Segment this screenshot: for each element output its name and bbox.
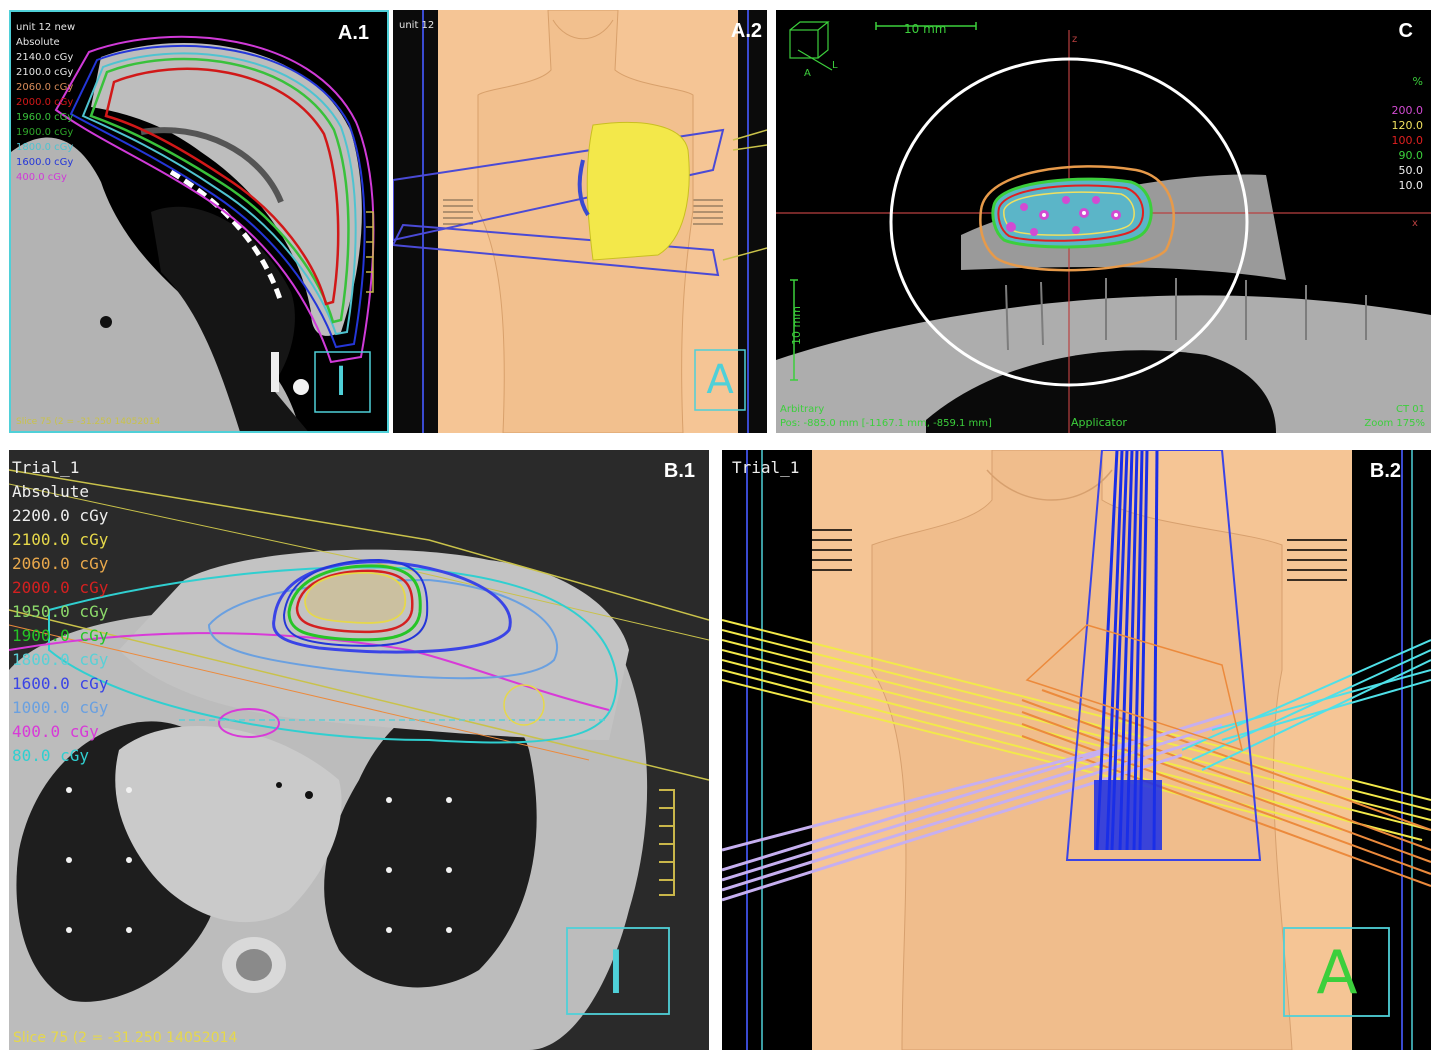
- a1-dose-level: 1960.0 cGy: [16, 112, 74, 123]
- b1-dose-level: 2100.0 cGy: [12, 530, 109, 549]
- panel-label-a1: A.1: [337, 22, 369, 44]
- a1-slice-text: Slice 75 (2 = -31.250 14052014: [16, 417, 161, 427]
- a1-dose-level: 1600.0 cGy: [16, 157, 74, 168]
- panel-label-a2: A.2: [730, 20, 762, 42]
- b1-dose-level: 1950.0 cGy: [12, 602, 109, 621]
- orientation-I-icon: I: [335, 359, 347, 405]
- c-orient-a: A: [804, 68, 811, 79]
- b1-dose-level: 400.0 cGy: [12, 722, 99, 741]
- a1-dose-level: 2100.0 cGy: [16, 67, 74, 78]
- b1-dose-level: 1000.0 cGy: [12, 698, 109, 717]
- panel-label-b2: B.2: [1369, 460, 1401, 482]
- b1-trial: Trial_1: [12, 458, 80, 477]
- b1-dose-legend: Trial_1 Absolute 2200.0 cGy 2100.0 cGy 206…: [12, 456, 108, 768]
- c-scale-vertical: 10 mm: [790, 306, 803, 345]
- c-axis-z: z: [1072, 34, 1078, 45]
- c-percent-level: 90.0: [1398, 149, 1424, 162]
- c-bottom-right-1: CT 01: [1396, 404, 1425, 415]
- c-orient-l: L: [832, 60, 838, 71]
- b1-dose-level: 1900.0 cGy: [12, 626, 109, 645]
- a1-mode: Absolute: [16, 37, 60, 48]
- c-bottom-left-1: Arbitrary: [780, 404, 825, 415]
- c-pct-header: %: [1412, 75, 1423, 88]
- c-percent-level: 50.0: [1398, 164, 1424, 177]
- b1-dose-level: 2200.0 cGy: [12, 506, 109, 525]
- a1-plan-name: unit 12 new: [16, 22, 76, 33]
- c-percent-level: 10.0: [1398, 179, 1424, 192]
- b1-dose-level: 1800.0 cGy: [12, 650, 109, 669]
- b1-dose-level: 1600.0 cGy: [12, 674, 109, 693]
- c-percent-level: 120.0: [1391, 119, 1424, 132]
- a1-dose-level: 400.0 cGy: [16, 172, 67, 183]
- a1-dose-level: 2060.0 cGy: [16, 82, 74, 93]
- b1-mode: Absolute: [12, 482, 90, 501]
- b1-dose-level: 2000.0 cGy: [12, 578, 109, 597]
- panel-a2-3d-view: A.2 unit 12 A: [393, 10, 767, 433]
- panel-b2-3d-view: B.2 Trial_1 A: [722, 450, 1431, 1050]
- a2-plan-name: unit 12: [399, 20, 435, 31]
- c-bottom-right-2: Zoom 175%: [1364, 418, 1425, 429]
- b2-trial: Trial_1: [732, 458, 800, 477]
- c-percent-level: 200.0: [1391, 104, 1424, 117]
- orientation-I-icon: I: [607, 938, 625, 1008]
- c-scale-label: 10 mm: [904, 22, 947, 36]
- a1-dose-level: 2140.0 cGy: [16, 52, 74, 63]
- a1-dose-legend: unit 12 new Absolute 2140.0 cGy 2100.0 cG…: [16, 20, 75, 185]
- b1-dose-level: 2060.0 cGy: [12, 554, 109, 573]
- c-image: [776, 21, 1431, 433]
- orientation-A-icon: A: [706, 357, 734, 403]
- a1-dose-level: 1800.0 cGy: [16, 142, 74, 153]
- panel-c-brachy-ct: C 10 mm 10 mm z x A L % 200.0 120.0 100.0 9…: [776, 10, 1431, 433]
- panel-a1-ct-axial: A.1 unit 12 new Absolute 2140.0 cGy 2100.…: [9, 10, 389, 433]
- panel-b1-ct-axial: B.1 Trial_1 Absolute 2200.0 cGy 2100.0 cG…: [9, 450, 709, 1050]
- orientation-A-icon: A: [1316, 938, 1358, 1008]
- a1-dose-level: 2000.0 cGy: [16, 97, 74, 108]
- panel-label-c: C: [1398, 20, 1413, 42]
- b1-dose-level: 80.0 cGy: [12, 746, 90, 765]
- c-percent-level: 100.0: [1391, 134, 1424, 147]
- c-bottom-center: Applicator: [1071, 416, 1127, 429]
- a1-dose-level: 1900.0 cGy: [16, 127, 74, 138]
- c-axis-x: x: [1412, 218, 1418, 229]
- b1-slice-text: Slice 75 (2 = -31.250 14052014: [13, 1030, 238, 1046]
- c-bottom-left-2: Pos: -885.0 mm [-1167.1 mm, -859.1 mm]: [780, 418, 992, 429]
- c-percent-legend: % 200.0 120.0 100.0 90.0 50.0 10.0: [1392, 74, 1424, 193]
- panel-label-b1: B.1: [663, 460, 695, 482]
